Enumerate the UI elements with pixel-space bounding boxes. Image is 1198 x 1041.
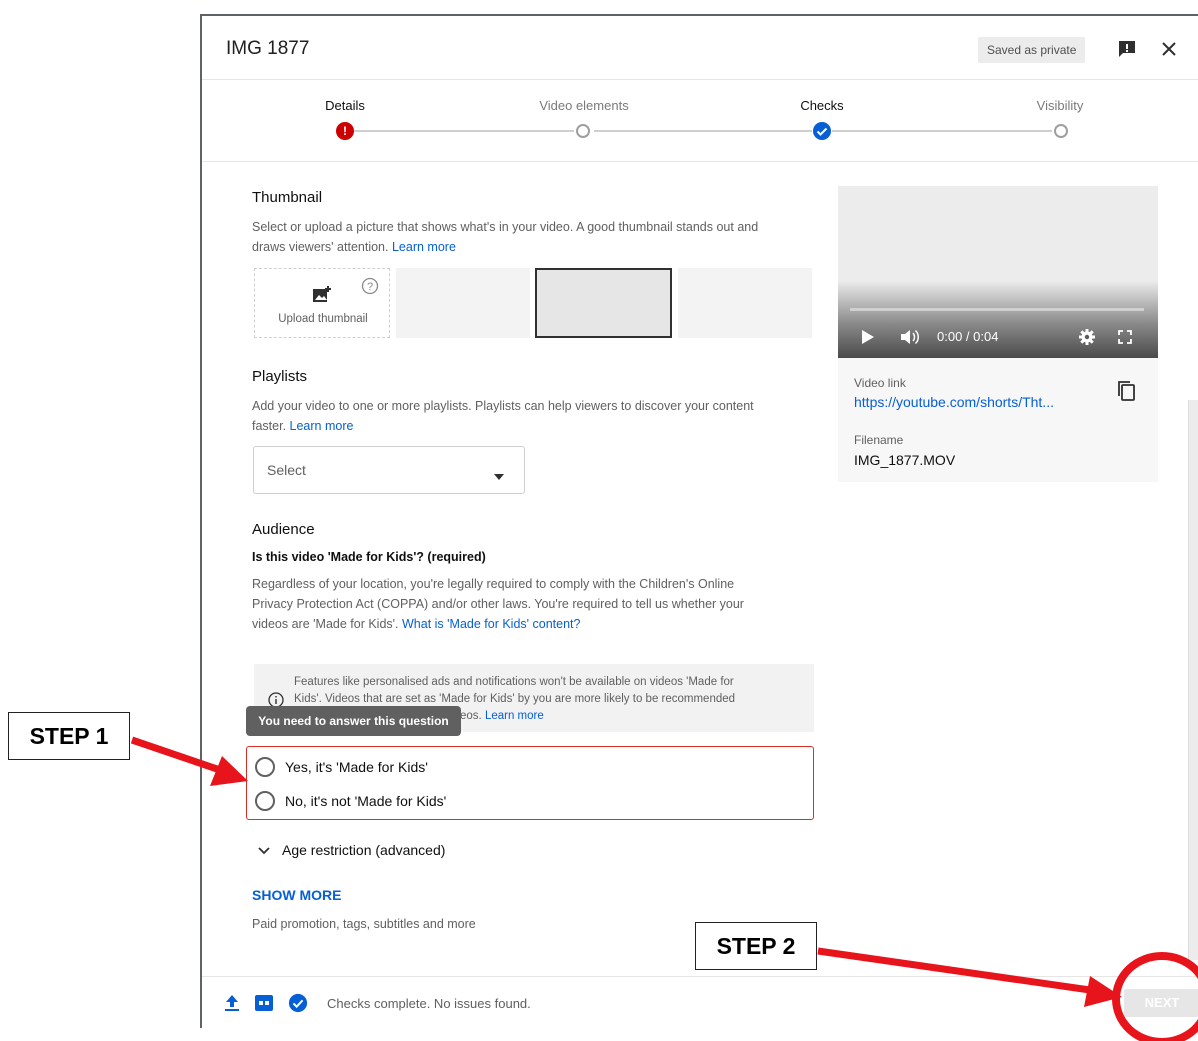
annotation-arrows [130,736,1122,1007]
step-2-arrow [817,947,1122,1007]
step-1-arrow [130,736,248,786]
